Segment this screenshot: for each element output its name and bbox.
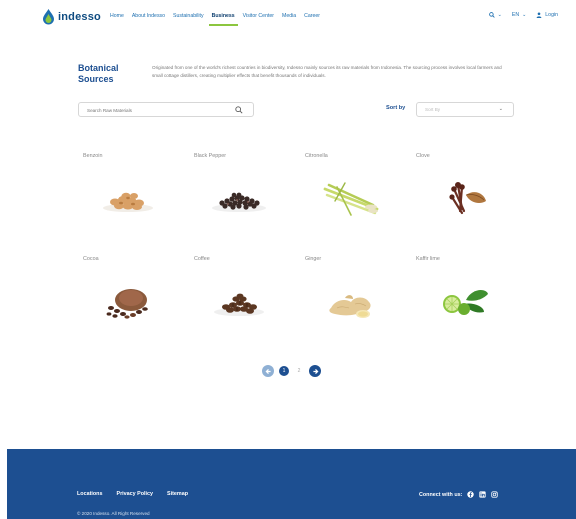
social-links: Connect with us: [419,491,499,498]
footer-links: Locations Privacy Policy Sitemap [77,491,188,497]
indesso-logo[interactable]: indesso [42,9,101,25]
page-2-button[interactable]: 2 [294,366,304,376]
product-card-ginger[interactable]: Ginger [305,256,405,346]
main-nav: Home About Indesso Sustainability Busine… [110,13,328,26]
header-actions: ⌄ EN ⌄ Login [479,12,558,18]
logo-text: indesso [58,11,101,23]
login-label: Login [545,12,558,18]
linkedin-icon[interactable] [479,491,487,498]
language-select[interactable]: EN ⌄ [512,12,526,18]
ginger-image [329,295,371,318]
connect-label: Connect with us: [419,491,463,498]
chevron-down-icon: ⌄ [522,12,527,18]
user-icon [536,12,542,18]
footer-link-locations[interactable]: Locations [77,491,102,497]
nav-visitor-center[interactable]: Visitor Center [243,13,274,19]
site-header: indesso Home About Indesso Sustainabilit… [0,0,576,36]
coffee-image [214,293,264,316]
product-name: Ginger [305,256,322,262]
page-intro-text: Originated from one of the world's riche… [152,65,502,78]
nav-about[interactable]: About Indesso [132,13,165,19]
product-name: Citronella [305,153,328,159]
copyright-text: © 2020 Indesso. All Right Reserved [77,511,150,516]
kaffir-lime-image [443,290,488,315]
product-card-citronella[interactable]: Citronella [305,153,405,243]
product-name: Cocoa [83,256,99,262]
search-input[interactable] [87,106,227,114]
product-name: Benzoin [83,153,103,159]
product-card-black-pepper[interactable]: Black Pepper [194,153,294,243]
nav-career[interactable]: Career [304,13,320,19]
chevron-down-icon: ⌄ [498,106,503,112]
citronella-image [323,182,379,216]
product-card-cocoa[interactable]: Cocoa [83,256,183,346]
product-name: Clove [416,153,430,159]
page-1-button[interactable]: 1 [279,366,289,376]
sort-label: Sort by [386,105,406,111]
search-icon[interactable] [235,106,243,114]
sort-placeholder: Sort By [425,107,441,112]
page-title: Botanical Sources [78,63,119,84]
arrow-right-icon [312,368,318,374]
pagination: 1 2 [262,365,321,377]
chevron-down-icon: ⌄ [497,12,502,18]
next-page-button[interactable] [309,365,321,377]
product-card-coffee[interactable]: Coffee [194,256,294,346]
black-pepper-image [212,192,266,212]
instagram-icon[interactable] [491,491,499,498]
product-card-kaffir-lime[interactable]: Kaffir lime [416,256,516,346]
sort-dropdown[interactable]: Sort By ⌄ [416,102,514,117]
footer-link-privacy[interactable]: Privacy Policy [116,491,153,497]
nav-media[interactable]: Media [282,13,296,19]
login-link[interactable]: Login [536,12,558,18]
facebook-icon[interactable] [467,491,475,498]
benzoin-image [103,192,153,212]
search-icon [488,12,495,18]
previous-page-button[interactable] [262,365,274,377]
product-card-benzoin[interactable]: Benzoin [83,153,183,243]
nav-business[interactable]: Business [208,13,238,26]
product-name: Black Pepper [194,153,227,159]
search-box [78,102,254,117]
search-toggle[interactable]: ⌄ [488,12,502,18]
cocoa-image [106,289,148,319]
arrow-left-icon [265,368,271,374]
product-card-clove[interactable]: Clove [416,153,516,243]
language-label: EN [511,12,520,18]
nav-sustainability[interactable]: Sustainability [173,13,204,19]
product-name: Coffee [194,256,210,262]
product-name: Kaffir lime [416,256,440,262]
nav-home[interactable]: Home [110,13,124,19]
logo-drop-icon [43,9,54,25]
clove-image [449,182,486,215]
footer-link-sitemap[interactable]: Sitemap [167,491,188,497]
site-footer: Locations Privacy Policy Sitemap © 2020 … [7,449,576,519]
